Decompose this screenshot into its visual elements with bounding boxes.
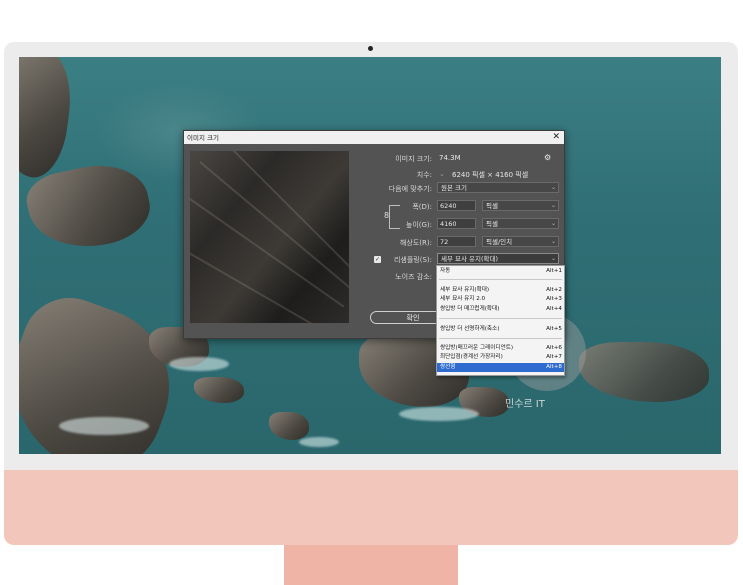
height-unit-select[interactable]: 픽셀 ⌄ [482,218,559,229]
height-label: 높이(G): [405,221,432,229]
menu-separator [439,338,562,339]
dimensions-value: 6240 픽셀 × 4160 픽셀 [452,171,529,179]
width-field[interactable]: 6240 [437,200,476,211]
imac-stand [284,545,458,585]
link-icon[interactable]: 8 [384,211,389,220]
resolution-unit-select[interactable]: 픽셀/인치 ⌄ [482,236,559,247]
constrain-bracket [389,205,400,229]
close-icon[interactable]: ✕ [552,131,560,144]
width-unit-select[interactable]: 픽셀 ⌄ [482,200,559,211]
chevron-down-icon: ⌄ [550,255,556,262]
resample-value: 세부 묘사 유지(확대) [441,255,499,263]
image-preview[interactable] [190,151,349,323]
width-unit-value: 픽셀 [486,202,498,210]
fit-to-select[interactable]: 원본 크기 ⌄ [437,182,559,193]
menu-item-bilinear[interactable]: 쌍선형 Alt+8 [437,363,564,372]
height-unit-value: 픽셀 [486,220,498,228]
menu-item-bicubic[interactable]: 쌍입방(매끄러운 그레이디언트) Alt+6 [437,344,564,353]
dialog-titlebar: 이미지 크기 ✕ [184,131,564,144]
menu-item-auto[interactable]: 자동 Alt+1 [437,267,564,276]
chevron-down-icon: ⌄ [550,184,556,191]
menu-item-nearest-neighbor[interactable]: 최단입점(경계선 가장자리) Alt+7 [437,353,564,362]
resample-menu: 자동 Alt+1 세부 묘사 유지(확대) Alt+2 세부 묘사 유지 2.0 Al… [436,265,565,376]
chevron-down-icon: ⌄ [550,220,556,227]
gear-icon[interactable]: ⚙ [544,153,551,162]
menu-item-preserve-details-2[interactable]: 세부 묘사 유지 2.0 Alt+3 [437,295,564,304]
noise-reduction-label: 노이즈 감소: [395,273,432,281]
menu-item-bicubic-sharper[interactable]: 쌍입방 더 선명하게(축소) Alt+5 [437,325,564,334]
height-field[interactable]: 4160 [437,218,476,229]
resolution-field[interactable]: 72 [437,236,476,247]
resample-label: 리샘플링(S): [393,256,432,264]
menu-item-bicubic-smoother[interactable]: 쌍입방 더 매끄럽게(확대) Alt+4 [437,305,564,314]
image-size-value: 74.3M [439,154,461,162]
fit-to-label: 다음에 맞추기: [388,185,432,193]
menu-separator [439,318,562,319]
dimensions-label: 치수: [416,171,432,179]
image-size-label: 이미지 크기: [395,155,432,163]
resample-select[interactable]: 세부 묘사 유지(확대) ⌄ [437,253,559,264]
imac-chin [4,470,738,545]
fit-to-value: 원본 크기 [441,184,467,192]
resolution-unit-value: 픽셀/인치 [486,238,513,246]
chevron-down-icon: ⌄ [550,202,556,209]
menu-item-preserve-details[interactable]: 세부 묘사 유지(확대) Alt+2 [437,286,564,295]
width-label: 폭(D): [412,203,432,211]
camera-icon [368,46,373,51]
menu-separator [439,279,562,280]
watermark-text: 민수르 IT [505,399,545,410]
dialog-title: 이미지 크기 [187,134,219,142]
chevron-down-icon: ⌄ [550,238,556,245]
resample-checkbox[interactable]: ✓ [374,256,381,263]
resolution-label: 해상도(R): [399,239,432,247]
chevron-down-icon[interactable]: ⌄ [439,170,445,178]
